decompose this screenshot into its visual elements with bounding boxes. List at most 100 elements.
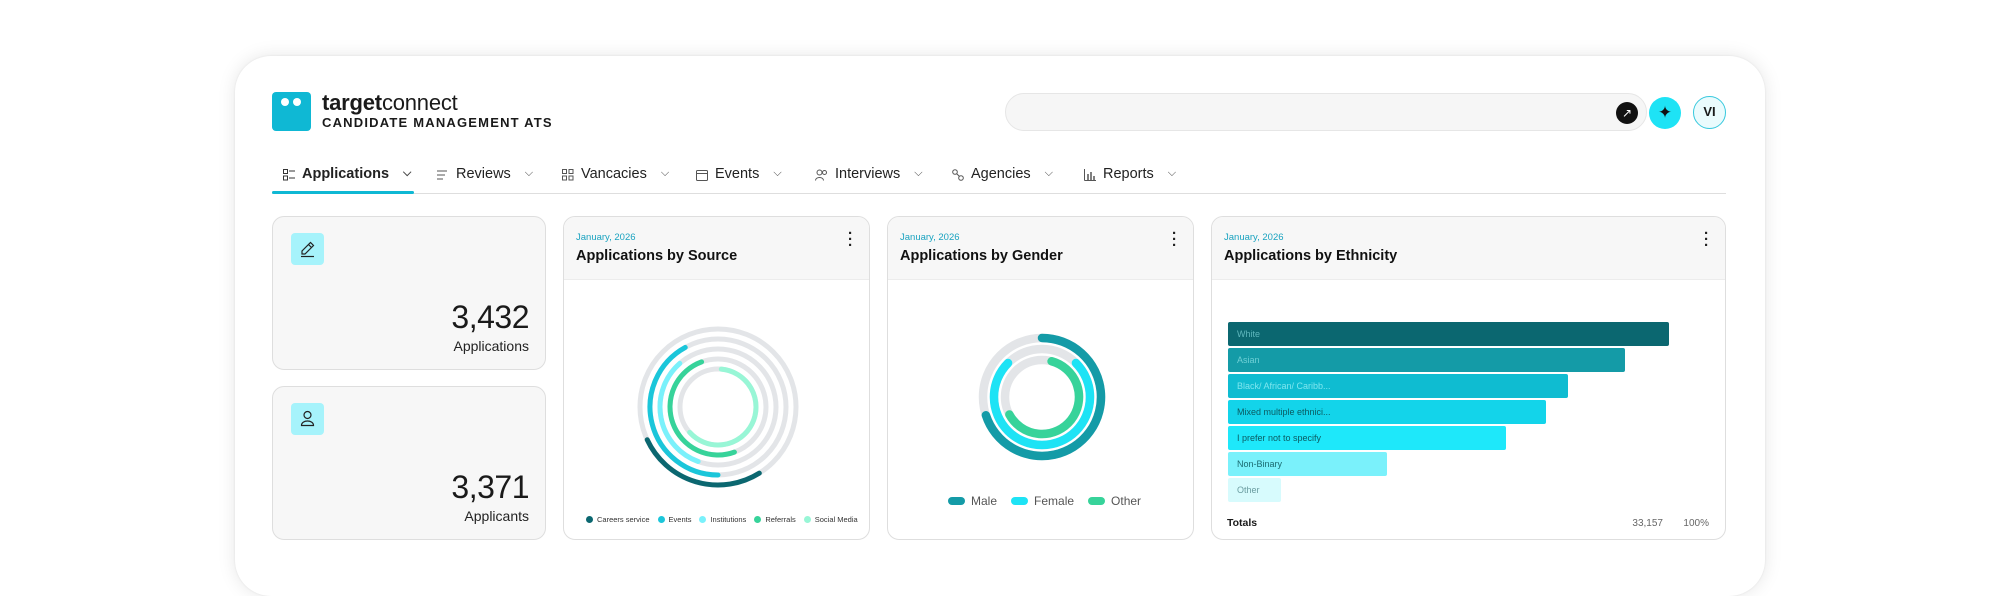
- tab-reports[interactable]: Reports ⌵: [1084, 166, 1176, 194]
- search-input[interactable]: [1020, 102, 1580, 122]
- tab-reviews[interactable]: Reviews ⌵: [437, 166, 533, 194]
- brand-subtitle: CANDIDATE MANAGEMENT ATS: [322, 115, 553, 130]
- tab-applications[interactable]: Applications ⌵: [283, 166, 411, 194]
- tab-label: Reviews: [456, 166, 511, 182]
- legend-label: Careers service: [597, 515, 650, 524]
- tab-label: Agencies: [971, 166, 1031, 182]
- legend-label: Male: [971, 494, 998, 508]
- legend-label: Social Media: [814, 515, 858, 524]
- panel-title: Applications by Gender: [900, 248, 1063, 264]
- legend-item[interactable]: Careers service: [586, 515, 650, 524]
- more-options-icon[interactable]: · · ·: [848, 226, 853, 253]
- tab-label: Applications: [302, 166, 390, 182]
- ring-arc-social-media[interactable]: [687, 366, 759, 448]
- legend-label: Institutions: [710, 515, 747, 524]
- active-tab-indicator: [272, 191, 414, 194]
- tab-events[interactable]: Events ⌵: [696, 166, 782, 194]
- bar-other[interactable]: Other: [1228, 478, 1281, 502]
- search-bar[interactable]: ↗: [1005, 93, 1647, 131]
- panel-date: January, 2026: [576, 232, 636, 243]
- source-legend: Careers service Events Institutions Referra…: [586, 515, 866, 524]
- tab-interviews[interactable]: Interviews ⌵: [815, 166, 923, 194]
- arrow-up-right-icon: ↗: [1621, 106, 1633, 120]
- legend-label: Referrals: [765, 515, 796, 524]
- chevron-down-icon: ⌵: [660, 167, 670, 179]
- panel-title: Applications by Source: [576, 248, 738, 264]
- bar-asian[interactable]: Asian: [1228, 348, 1625, 372]
- lines-icon: [437, 170, 447, 180]
- totals-label: Totals: [1227, 517, 1258, 529]
- chevron-down-icon: ⌵: [1167, 167, 1177, 179]
- ai-assistant-button[interactable]: ✦: [1649, 97, 1681, 129]
- legend-item[interactable]: Social Media: [803, 515, 858, 524]
- bar-label: Asian: [1237, 355, 1260, 365]
- bar-black-african-caribb[interactable]: Black/ African/ Caribb...: [1228, 374, 1568, 398]
- kpi-label: Applications: [453, 338, 530, 354]
- kpi-value: 3,432: [451, 299, 529, 335]
- kpi-card-applicants[interactable]: 3,371 Applicants: [272, 386, 546, 540]
- panel-header: January, 2026 Applications by Source · · ·: [564, 217, 869, 280]
- bar-i-prefer-not-to-specify[interactable]: I prefer not to specify: [1228, 426, 1506, 450]
- bar-non-binary[interactable]: Non-Binary: [1228, 452, 1387, 476]
- legend-label: Events: [668, 515, 692, 524]
- person-icon: [300, 410, 315, 427]
- chevron-down-icon: ⌵: [403, 167, 412, 179]
- tab-label: Interviews: [835, 166, 901, 182]
- link-icon: [952, 169, 964, 181]
- tab-agencies[interactable]: Agencies ⌵: [952, 166, 1053, 194]
- legend-label: Female: [1034, 494, 1075, 508]
- grid-icon: [562, 169, 574, 181]
- legend-item[interactable]: Referrals: [754, 515, 796, 524]
- legend-swatch: [657, 516, 665, 523]
- panel-date: January, 2026: [900, 232, 960, 243]
- legend-label: Other: [1111, 494, 1142, 508]
- search-submit-button[interactable]: ↗: [1616, 102, 1638, 124]
- pencil-icon: [301, 241, 315, 258]
- calendar-icon: [696, 170, 708, 181]
- chevron-down-icon: ⌵: [914, 167, 923, 179]
- brand-logo: [272, 92, 311, 131]
- legend-item[interactable]: Other: [1088, 494, 1141, 508]
- source-radial-chart: [637, 326, 799, 488]
- kpi-icon-tile: [291, 403, 324, 435]
- main-nav: Applications ⌵ Reviews ⌵ Vancacies ⌵ Events…: [272, 160, 1726, 194]
- tab-label: Vancacies: [581, 166, 647, 182]
- panel-header: January, 2026 Applications by Gender · · ·: [888, 217, 1193, 280]
- sparkle-icon: ✦: [1657, 103, 1673, 122]
- chevron-down-icon: ⌵: [773, 167, 782, 179]
- ethnicity-bar-chart: White Asian Black/ African/ Caribb... Mixed…: [1212, 217, 1725, 539]
- legend-item[interactable]: Events: [657, 515, 692, 524]
- kpi-label: Applicants: [464, 508, 529, 524]
- bar-label: Black/ African/ Caribb...: [1237, 381, 1331, 391]
- tab-vancacies[interactable]: Vancacies ⌵: [562, 166, 669, 194]
- people-icon: [815, 169, 827, 181]
- totals-count: 33,157: [1632, 518, 1663, 529]
- bar-white[interactable]: White: [1228, 322, 1669, 346]
- bar-mixed-multiple-ethnici[interactable]: Mixed multiple ethnici...: [1228, 400, 1546, 424]
- bar-label: Other: [1237, 485, 1260, 495]
- legend-swatch: [803, 516, 811, 523]
- legend-swatch: [586, 516, 593, 523]
- chevron-down-icon: ⌵: [524, 167, 534, 179]
- bar-label: I prefer not to specify: [1237, 433, 1322, 443]
- totals-percent: 100%: [1683, 518, 1709, 529]
- user-avatar[interactable]: VI: [1693, 96, 1726, 129]
- legend-swatch: [1011, 497, 1029, 505]
- legend-item[interactable]: Male: [948, 494, 997, 508]
- bar-label: Non-Binary: [1237, 459, 1283, 469]
- legend-swatch: [754, 516, 762, 523]
- legend-item[interactable]: Female: [1011, 494, 1074, 508]
- bar-label: Mixed multiple ethnici...: [1237, 407, 1331, 417]
- list-icon: [283, 169, 295, 181]
- more-options-icon[interactable]: · · ·: [1172, 226, 1177, 253]
- chevron-down-icon: ⌵: [1044, 167, 1053, 179]
- legend-item[interactable]: Institutions: [699, 515, 746, 524]
- kpi-card-applications[interactable]: 3,432 Applications: [272, 216, 546, 370]
- legend-swatch: [1088, 497, 1106, 505]
- tab-label: Events: [715, 166, 760, 182]
- brand-name: targetconnect: [322, 90, 458, 115]
- bar-label: White: [1237, 329, 1261, 339]
- gender-radial-chart: [978, 333, 1106, 461]
- legend-swatch: [948, 497, 965, 505]
- panel-applications-by-gender: January, 2026 Applications by Gender · · ·…: [887, 216, 1194, 540]
